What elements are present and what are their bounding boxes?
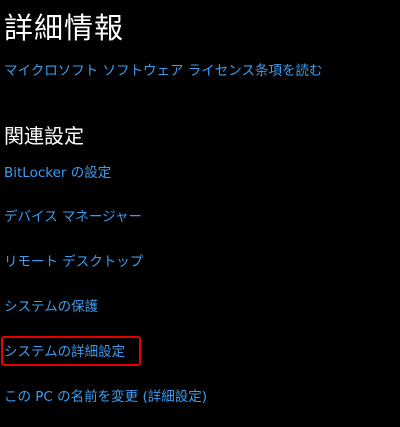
bitlocker-settings-link[interactable]: BitLocker の設定 — [4, 163, 111, 183]
device-manager-link[interactable]: デバイス マネージャー — [4, 207, 142, 227]
rename-pc-link[interactable]: この PC の名前を変更 (詳細設定) — [4, 387, 207, 407]
advanced-system-settings-link[interactable]: システムの詳細設定 — [4, 342, 125, 362]
license-terms-link[interactable]: マイクロソフト ソフトウェア ライセンス条項を読む — [4, 61, 323, 81]
related-settings-heading: 関連設定 — [4, 124, 84, 148]
details-heading: 詳細情報 — [4, 11, 125, 45]
remote-desktop-link[interactable]: リモート デスクトップ — [4, 252, 143, 272]
settings-page: 詳細情報 マイクロソフト ソフトウェア ライセンス条項を読む 関連設定 BitL… — [0, 0, 400, 427]
system-protection-link[interactable]: システムの保護 — [4, 297, 98, 317]
